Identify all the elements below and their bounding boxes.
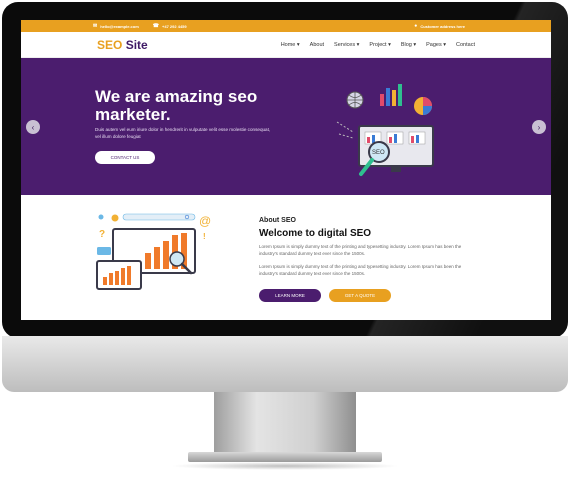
exclamation-icon: ! bbox=[203, 232, 206, 241]
about-paragraph-2: Lorem Ipsum is simply dummy text of the … bbox=[259, 264, 462, 276]
nav-about[interactable]: About bbox=[310, 42, 324, 48]
monitor-stand-base bbox=[188, 452, 382, 462]
logo-seo: SEO bbox=[97, 37, 123, 52]
screen: ✉ hello@example.com ☎ +47 292 4459 ● Cus… bbox=[21, 20, 551, 320]
about-section: ? @ ! About SEO Welcome to digital SEO L… bbox=[21, 195, 551, 320]
about-illustration: ? @ ! bbox=[96, 213, 211, 290]
monitor-chin bbox=[2, 336, 568, 392]
email-text: hello@example.com bbox=[100, 23, 139, 29]
share-icon bbox=[98, 214, 104, 220]
svg-text:SEO: SEO bbox=[372, 150, 385, 156]
nav-home[interactable]: Home ▾ bbox=[281, 42, 300, 48]
navbar: SEO Site Home ▾ About Services ▾ Project… bbox=[21, 32, 551, 58]
phone-contact[interactable]: ☎ +47 292 4459 bbox=[153, 23, 187, 29]
stand-shadow bbox=[170, 462, 400, 470]
about-kicker: About SEO bbox=[259, 217, 296, 224]
get-a-quote-button[interactable]: GET A QUOTE bbox=[329, 289, 391, 302]
main-nav: Home ▾ About Services ▾ Project ▾ Blog ▾… bbox=[281, 42, 475, 48]
location-icon: ● bbox=[414, 23, 418, 29]
seo-analytics-illustration: SEO bbox=[336, 84, 434, 176]
mail-icon: ✉ bbox=[93, 23, 98, 29]
nav-services[interactable]: Services ▾ bbox=[334, 42, 359, 48]
chevron-right-icon: › bbox=[537, 122, 541, 132]
question-icon: ? bbox=[99, 229, 105, 240]
email-contact[interactable]: ✉ hello@example.com bbox=[93, 23, 139, 29]
phone-text: +47 292 4459 bbox=[162, 23, 187, 29]
address-contact: ● Customer address here bbox=[414, 23, 465, 29]
phone-icon: ☎ bbox=[152, 23, 160, 29]
address-text: Customer address here bbox=[420, 23, 465, 29]
monitor: ✉ hello@example.com ☎ +47 292 4459 ● Cus… bbox=[0, 0, 570, 478]
hero-slider: ‹ We are amazing seo marketer. Duis aute… bbox=[21, 58, 551, 195]
chat-icon bbox=[97, 247, 111, 255]
about-title: Welcome to digital SEO bbox=[259, 228, 372, 239]
about-paragraph-1: Lorem Ipsum is simply dummy text of the … bbox=[259, 244, 462, 256]
slider-next-button[interactable]: › bbox=[532, 120, 546, 134]
slider-prev-button[interactable]: ‹ bbox=[26, 120, 40, 134]
gear-icon bbox=[111, 214, 119, 222]
logo-site: Site bbox=[125, 37, 148, 52]
chevron-left-icon: ‹ bbox=[31, 122, 35, 132]
nav-contact[interactable]: Contact bbox=[456, 42, 475, 48]
hero-title: We are amazing seo marketer. bbox=[95, 87, 258, 124]
nav-blog[interactable]: Blog ▾ bbox=[401, 42, 416, 48]
nav-project[interactable]: Project ▾ bbox=[369, 42, 390, 48]
nav-pages[interactable]: Pages ▾ bbox=[426, 42, 446, 48]
learn-more-button[interactable]: LEARN MORE bbox=[259, 289, 321, 302]
top-info-bar: ✉ hello@example.com ☎ +47 292 4459 ● Cus… bbox=[21, 20, 551, 32]
bar-chart-icon bbox=[380, 84, 402, 106]
site-logo[interactable]: SEO Site bbox=[97, 38, 148, 52]
contact-us-button[interactable]: CONTACT US bbox=[95, 151, 155, 164]
at-icon: @ bbox=[199, 214, 211, 228]
monitor-stand-neck bbox=[214, 392, 356, 454]
hero-lede: Duis autem vel eum iriure dolor in hendr… bbox=[95, 127, 271, 139]
